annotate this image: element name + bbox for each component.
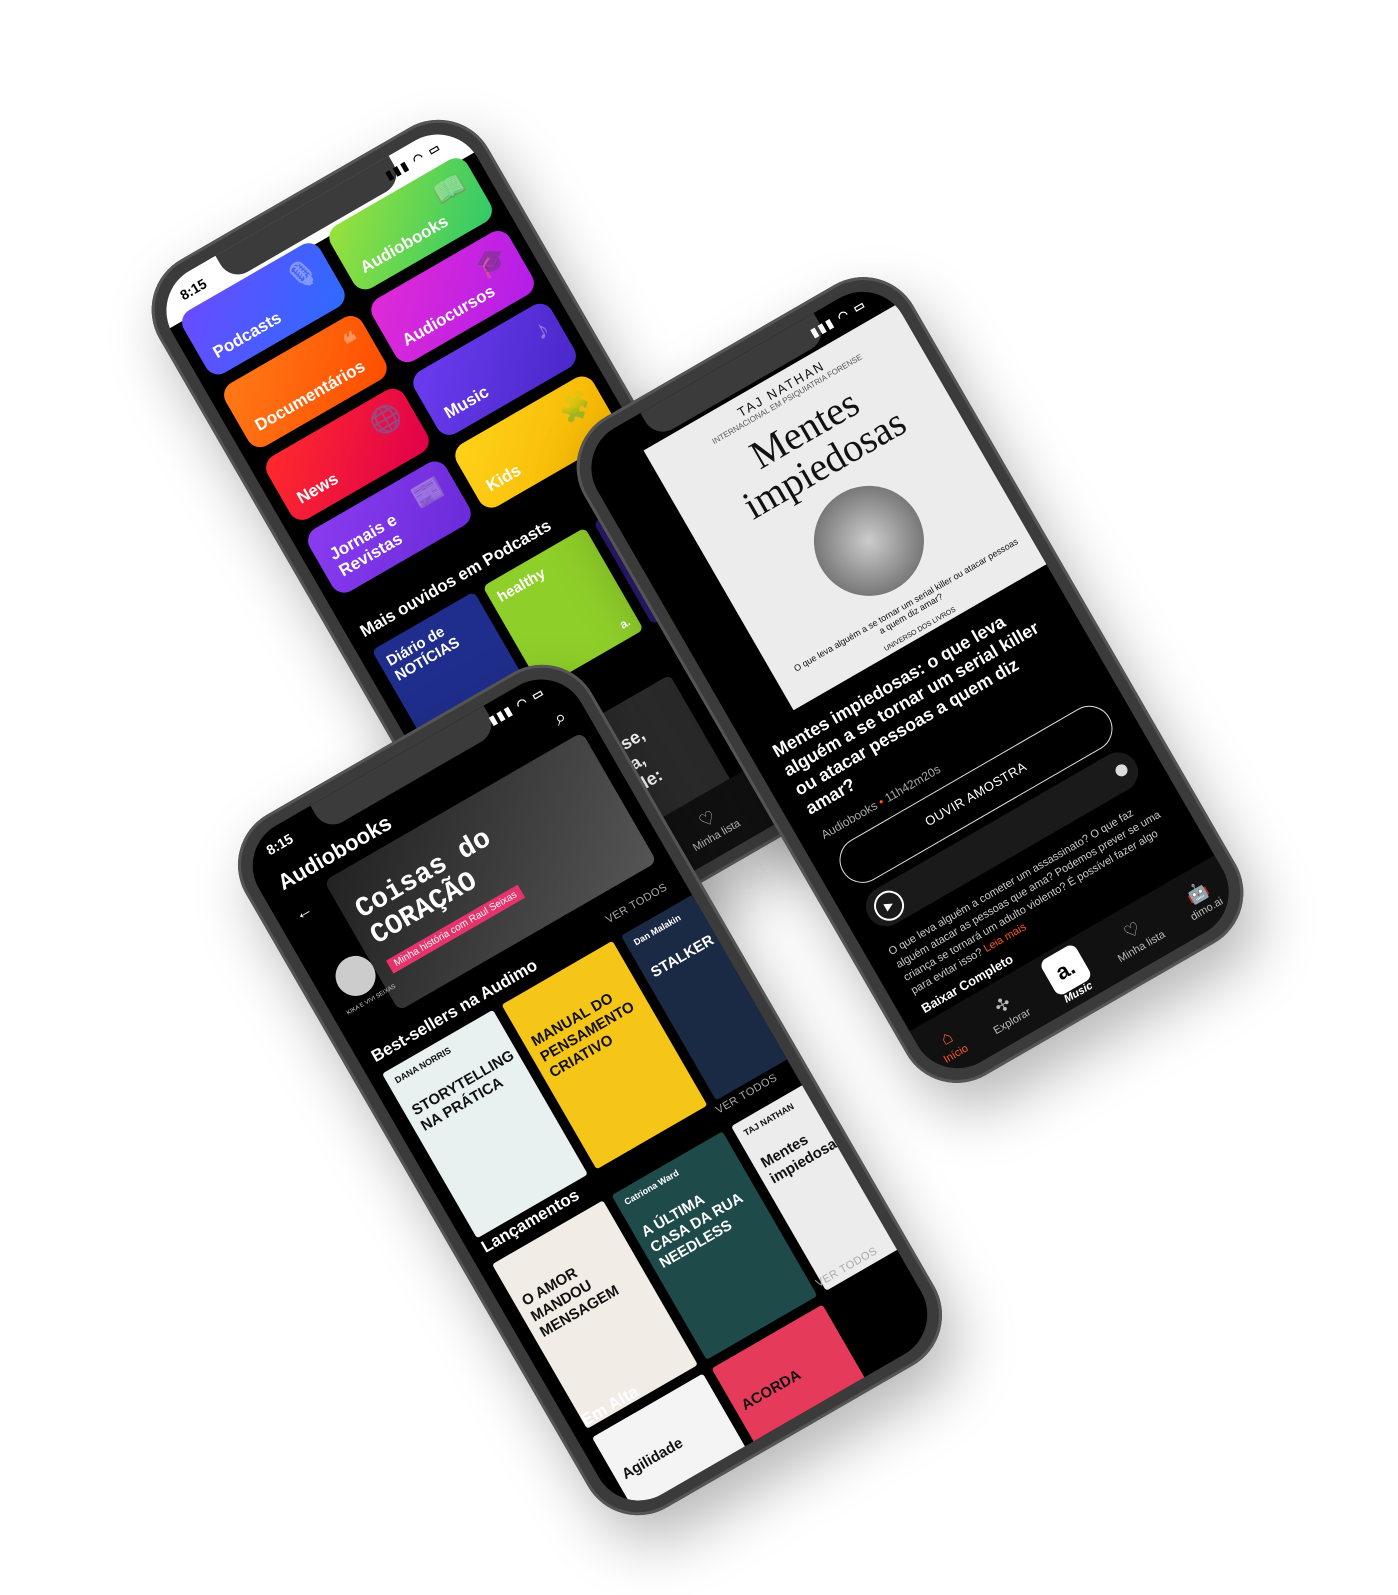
- signal-wifi-battery-icon: ▮▮▮ ◠ ▭: [486, 684, 548, 728]
- tab-2[interactable]: a. Music: [1038, 942, 1099, 1008]
- book-title: Agilidade: [618, 1434, 686, 1483]
- category-label: Podcasts: [209, 307, 285, 363]
- book-title: O AMOR MANDOU MENSAGEM: [518, 1264, 622, 1341]
- category-label: Kids: [482, 460, 525, 496]
- music-note-icon: ♪: [528, 313, 555, 346]
- category-label: News: [293, 468, 342, 508]
- status-time: 8:15: [263, 830, 296, 859]
- tab-0[interactable]: ⌂ Início: [930, 1022, 971, 1066]
- mic-icon: 🎙: [279, 252, 324, 296]
- podcast-title: healthy: [494, 564, 549, 606]
- book-title: ACORDA: [738, 1366, 805, 1414]
- back-arrow-icon[interactable]: ←: [291, 898, 317, 925]
- tab-3[interactable]: ♡ Minha lista: [1104, 908, 1168, 964]
- tab-4[interactable]: 🤖 dimo.ai: [1177, 875, 1225, 923]
- category-label: Music: [440, 382, 493, 423]
- globe-icon: 🌐: [364, 398, 408, 441]
- progress-toggle[interactable]: [1113, 762, 1130, 779]
- book-author: TAJ NATHAN: [741, 1101, 796, 1138]
- tab-1[interactable]: ✣ Explorar: [980, 986, 1033, 1036]
- tab-0[interactable]: ♡ Minha lista: [679, 797, 743, 853]
- podcast-badge: a.: [617, 614, 633, 632]
- graduation-icon: 🎓: [469, 240, 513, 283]
- book-icon: 📖: [427, 167, 471, 210]
- book-title: MANUAL DO PENSAMENTO CRIATIVO: [528, 989, 638, 1082]
- quote-icon: ❝: [338, 325, 366, 359]
- book-author: Dan Malakin: [631, 912, 683, 948]
- search-icon[interactable]: ⌕: [550, 706, 571, 732]
- blocks-icon: 🧩: [553, 386, 597, 429]
- play-icon[interactable]: ▶: [868, 885, 910, 927]
